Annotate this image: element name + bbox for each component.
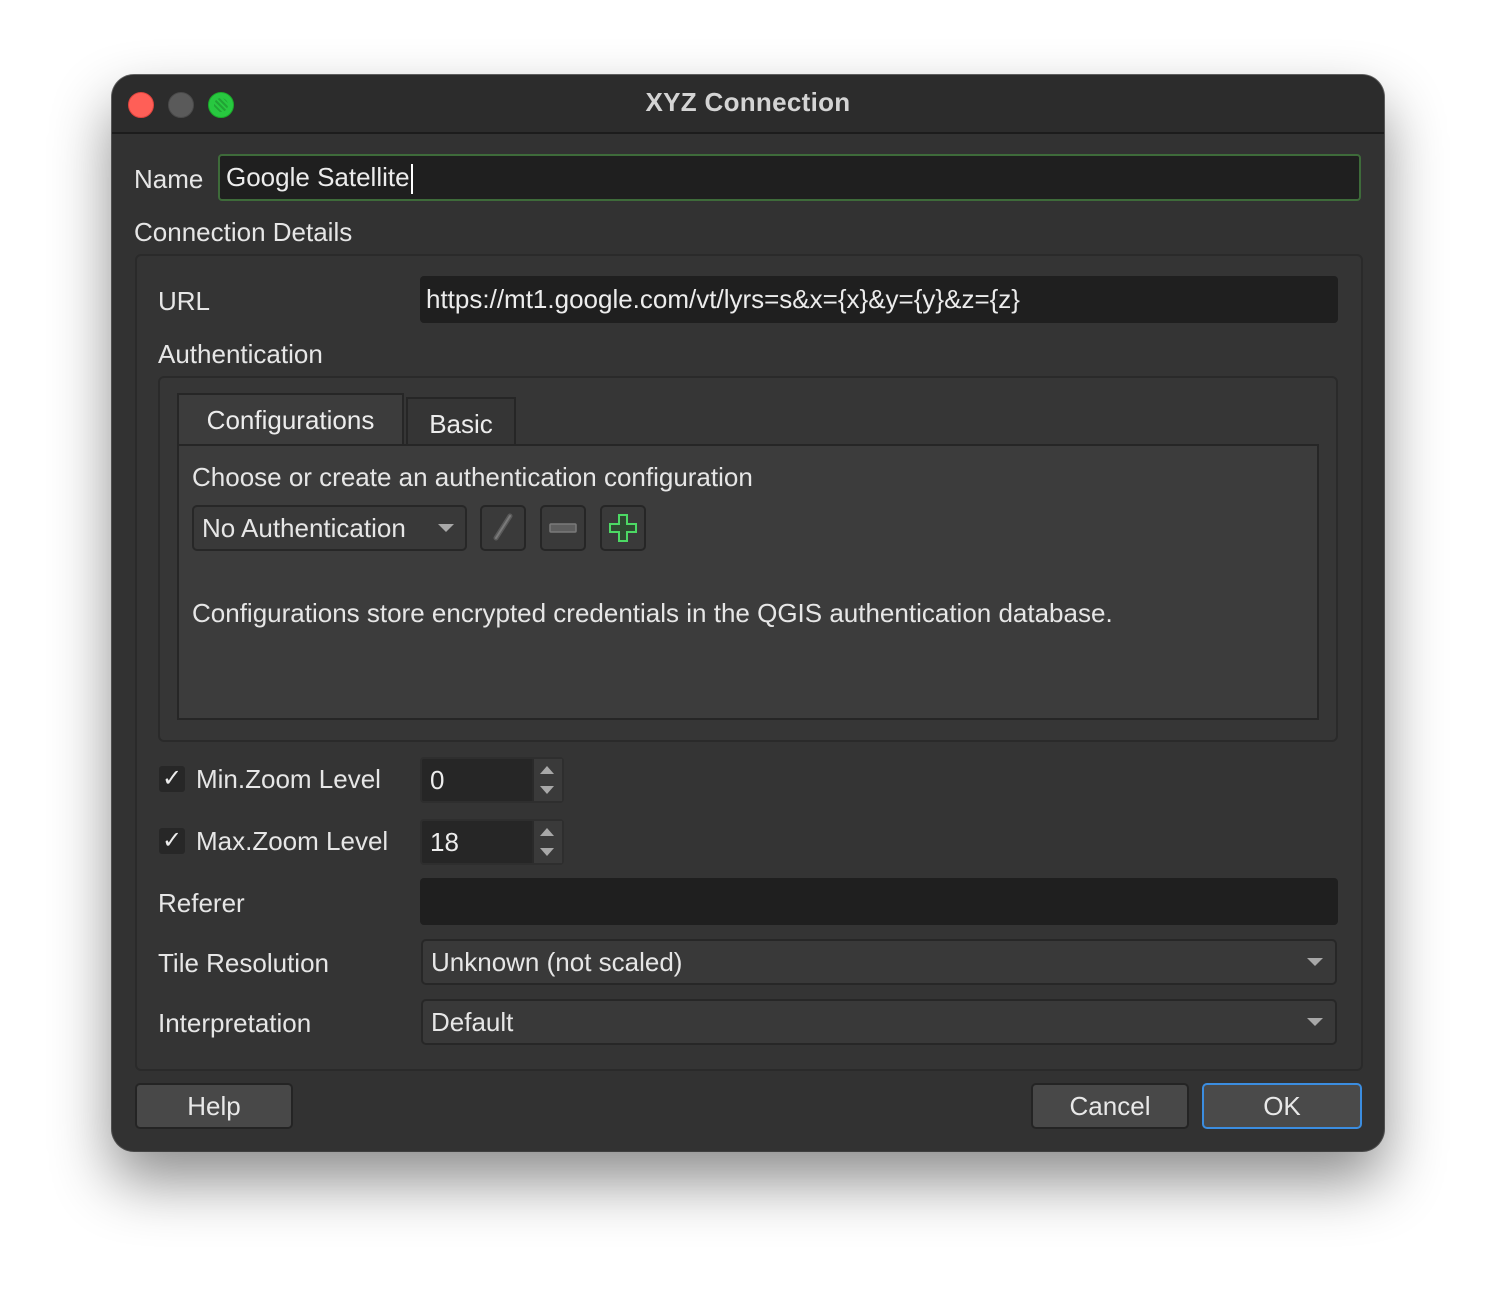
interpretation-select[interactable]: Default (421, 999, 1337, 1045)
chevron-down-icon[interactable] (540, 848, 554, 856)
window-title: XYZ Connection (645, 87, 851, 117)
chevron-down-icon[interactable] (540, 786, 554, 794)
max-zoom-label: Max.Zoom Level (196, 826, 389, 856)
auth-prompt: Choose or create an authentication confi… (192, 462, 753, 492)
url-input[interactable]: https://mt1.google.com/vt/lyrs=s&x={x}&y… (420, 276, 1338, 323)
chevron-down-icon (1307, 958, 1323, 966)
tab-basic[interactable]: Basic (406, 397, 516, 445)
connection-details-label: Connection Details (134, 217, 353, 247)
chevron-down-icon (1307, 1018, 1323, 1026)
referer-input[interactable] (420, 878, 1338, 925)
tab-configurations-label: Configurations (206, 405, 375, 435)
remove-icon (549, 523, 577, 533)
xyz-connection-dialog: XYZ Connection Name Google Satellite Con… (112, 75, 1384, 1151)
add-icon (609, 514, 637, 542)
remove-auth-button[interactable] (540, 505, 586, 551)
text-caret (410, 164, 413, 195)
name-input[interactable]: Google Satellite (218, 154, 1361, 201)
auth-config-value: No Authentication (202, 513, 406, 543)
tab-basic-label: Basic (429, 409, 493, 439)
min-zoom-label: Min.Zoom Level (196, 764, 381, 794)
min-zoom-spinbox[interactable]: 0 (420, 757, 564, 803)
edit-auth-button[interactable] (480, 505, 526, 551)
help-button[interactable]: Help (135, 1083, 293, 1129)
auth-config-select[interactable]: No Authentication (192, 505, 467, 551)
interpretation-label: Interpretation (158, 1008, 312, 1038)
max-zoom-value: 18 (430, 827, 459, 857)
chevron-down-icon (438, 524, 454, 532)
ok-button[interactable]: OK (1202, 1083, 1362, 1129)
chevron-up-icon[interactable] (540, 766, 554, 774)
edit-icon (493, 513, 513, 541)
name-label: Name (134, 164, 204, 194)
referer-label: Referer (158, 888, 245, 918)
title-bar: XYZ Connection (112, 75, 1384, 134)
interpretation-value: Default (431, 1007, 514, 1037)
add-auth-button[interactable] (600, 505, 646, 551)
min-zoom-stepper[interactable] (532, 759, 562, 801)
url-label: URL (158, 286, 211, 316)
tab-configurations[interactable]: Configurations (177, 393, 404, 446)
auth-info-text: Configurations store encrypted credentia… (192, 598, 1113, 628)
min-zoom-value: 0 (430, 765, 445, 795)
max-zoom-checkbox[interactable]: ✓ (159, 828, 185, 854)
max-zoom-spinbox[interactable]: 18 (420, 819, 564, 865)
name-value: Google Satellite (226, 162, 410, 192)
authentication-label: Authentication (158, 339, 323, 369)
tile-resolution-value: Unknown (not scaled) (431, 947, 683, 977)
chevron-up-icon[interactable] (540, 828, 554, 836)
min-zoom-checkbox[interactable]: ✓ (159, 766, 185, 792)
max-zoom-stepper[interactable] (532, 821, 562, 863)
tile-resolution-select[interactable]: Unknown (not scaled) (421, 939, 1337, 985)
cancel-button[interactable]: Cancel (1031, 1083, 1189, 1129)
tile-resolution-label: Tile Resolution (158, 948, 330, 978)
